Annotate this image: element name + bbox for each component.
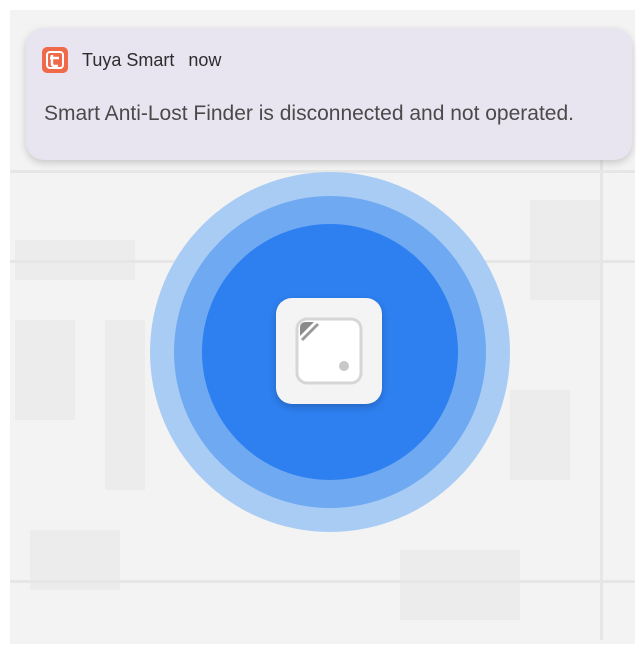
anti-lost-finder-tag-icon xyxy=(295,317,363,385)
tuya-app-icon xyxy=(42,47,68,73)
device-tile[interactable] xyxy=(276,298,382,404)
notification-time: now xyxy=(188,49,222,70)
background-line xyxy=(10,580,635,583)
background-block xyxy=(400,550,520,620)
notification-message: Smart Anti-Lost Finder is disconnected a… xyxy=(44,102,574,125)
notification-header: Tuya Smart now xyxy=(42,47,221,73)
push-notification[interactable]: Tuya Smart now Smart Anti-Lost Finder is… xyxy=(26,28,632,160)
background-block xyxy=(15,320,75,420)
background-line xyxy=(600,160,603,640)
notification-app-name: Tuya Smart xyxy=(82,49,175,70)
background-block xyxy=(510,390,570,480)
background-block xyxy=(105,320,145,490)
background-block xyxy=(530,200,600,300)
